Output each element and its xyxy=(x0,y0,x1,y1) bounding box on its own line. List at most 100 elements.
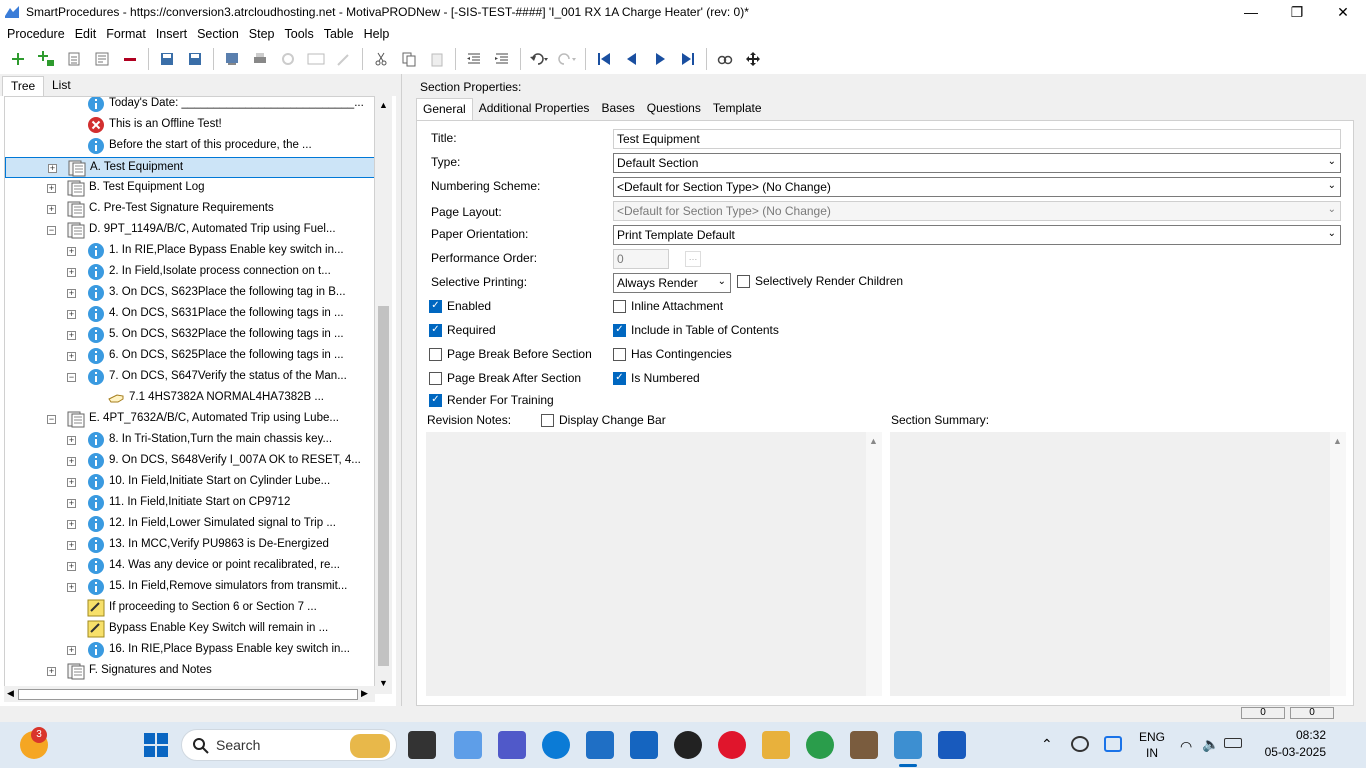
clock-time[interactable]: 08:32 xyxy=(1256,728,1326,742)
redo-icon[interactable] xyxy=(556,48,578,70)
revision-notes-scrollbar[interactable]: ▲ xyxy=(866,432,882,696)
expand-icon[interactable]: + xyxy=(67,310,76,319)
expand-icon[interactable]: + xyxy=(47,667,56,676)
scroll-right-icon[interactable]: ▶ xyxy=(361,688,368,699)
opera-icon[interactable] xyxy=(718,731,746,759)
expand-icon[interactable]: + xyxy=(67,646,76,655)
procedure-tree[interactable]: Today's Date: __________________________… xyxy=(4,96,375,694)
tab-general[interactable]: General xyxy=(416,98,473,120)
print-icon[interactable] xyxy=(249,48,271,70)
selectively-render-children-checkbox[interactable]: Selectively Render Children xyxy=(737,274,903,288)
tree-item[interactable]: + B. Test Equipment Log xyxy=(5,178,374,199)
tree-item[interactable]: +2. In Field,Isolate process connection … xyxy=(5,262,374,283)
chrome-icon[interactable] xyxy=(806,731,834,759)
dell-icon[interactable] xyxy=(674,731,702,759)
title-field[interactable]: Test Equipment xyxy=(613,129,1341,149)
expand-icon[interactable]: + xyxy=(47,205,56,214)
save-all-icon[interactable] xyxy=(156,48,178,70)
properties-icon[interactable] xyxy=(91,48,113,70)
tree-item[interactable]: +11. In Field,Initiate Start on CP9712 xyxy=(5,493,374,514)
smartprocedures-icon[interactable] xyxy=(894,731,922,759)
minimize-button[interactable]: — xyxy=(1228,0,1274,24)
first-icon[interactable] xyxy=(593,48,615,70)
windows-start-icon[interactable] xyxy=(143,732,169,758)
undo-icon[interactable] xyxy=(528,48,550,70)
tree-item[interactable]: +15. In Field,Remove simulators from tra… xyxy=(5,577,374,598)
sync-icon[interactable] xyxy=(1104,736,1122,752)
publish-icon[interactable] xyxy=(221,48,243,70)
page-break-after-checkbox[interactable]: Page Break After Section xyxy=(429,371,581,385)
scroll-thumb[interactable] xyxy=(378,306,389,666)
close-button[interactable]: ✕ xyxy=(1320,0,1366,24)
hscroll-thumb[interactable] xyxy=(18,689,358,700)
collapse-icon[interactable]: − xyxy=(47,415,56,424)
expand-icon[interactable]: + xyxy=(48,164,57,173)
taskbar-search[interactable]: Search xyxy=(181,729,397,761)
scroll-up-icon[interactable]: ▲ xyxy=(379,100,388,110)
word-icon[interactable] xyxy=(938,731,966,759)
tree-item[interactable]: − 7. On DCS, S647Verify the status of the… xyxy=(5,367,374,388)
expand-icon[interactable]: + xyxy=(67,520,76,529)
menu-insert[interactable]: Insert xyxy=(151,27,192,41)
app-icon[interactable] xyxy=(850,731,878,759)
tree-item[interactable]: Today's Date: __________________________… xyxy=(5,97,374,115)
add-child-icon[interactable] xyxy=(35,48,57,70)
numbering-select[interactable]: <Default for Section Type> (No Change) ⌄ xyxy=(613,177,1341,197)
revision-notes-editor[interactable]: ▲ xyxy=(426,432,882,696)
menu-edit[interactable]: Edit xyxy=(70,27,102,41)
required-checkbox[interactable]: ✓ Required xyxy=(429,323,496,337)
tab-tree[interactable]: Tree xyxy=(2,76,45,96)
scroll-up-icon[interactable]: ▲ xyxy=(1333,436,1342,446)
menu-help[interactable]: Help xyxy=(359,27,395,41)
paste-icon[interactable] xyxy=(426,48,448,70)
expand-icon[interactable]: + xyxy=(67,562,76,571)
tree-item[interactable]: If proceeding to Section 6 or Section 7 … xyxy=(5,598,374,619)
tree-item[interactable]: This is an Offline Test! xyxy=(5,115,374,136)
tab-list[interactable]: List xyxy=(44,76,79,96)
expand-icon[interactable]: + xyxy=(67,268,76,277)
pane-splitter[interactable] xyxy=(401,74,409,706)
image-icon[interactable] xyxy=(305,48,327,70)
indent-icon[interactable] xyxy=(491,48,513,70)
collapse-icon[interactable]: − xyxy=(47,226,56,235)
tree-item[interactable]: − D. 9PT_1149A/B/C, Automated Trip using … xyxy=(5,220,374,241)
meet-now-icon[interactable] xyxy=(1071,736,1089,752)
tree-item[interactable]: +13. In MCC,Verify PU9863 is De-Energize… xyxy=(5,535,374,556)
tab-template[interactable]: Template xyxy=(707,98,768,120)
expand-icon[interactable]: + xyxy=(67,331,76,340)
maximize-button[interactable]: ❐ xyxy=(1274,0,1320,24)
menu-table[interactable]: Table xyxy=(319,27,359,41)
tree-item[interactable]: + F. Signatures and Notes xyxy=(5,661,374,682)
teams-icon[interactable] xyxy=(498,731,526,759)
type-select[interactable]: Default Section ⌄ xyxy=(613,153,1341,173)
expand-icon[interactable]: + xyxy=(67,541,76,550)
orientation-select[interactable]: Print Template Default ⌄ xyxy=(613,225,1341,245)
section-summary-editor[interactable]: ▲ xyxy=(890,432,1346,696)
move-icon[interactable] xyxy=(742,48,764,70)
menu-procedure[interactable]: Procedure xyxy=(2,27,70,41)
expand-icon[interactable]: + xyxy=(67,436,76,445)
expand-icon[interactable]: + xyxy=(47,184,56,193)
selective-printing-select[interactable]: Always Render ⌄ xyxy=(613,273,731,293)
page-break-before-checkbox[interactable]: Page Break Before Section xyxy=(429,347,592,361)
chevron-up-icon[interactable]: ⌃ xyxy=(1041,736,1053,753)
expand-icon[interactable]: + xyxy=(67,478,76,487)
menu-tools[interactable]: Tools xyxy=(280,27,319,41)
power-automate-icon[interactable] xyxy=(630,731,658,759)
expand-icon[interactable]: + xyxy=(67,583,76,592)
battery-icon[interactable] xyxy=(1224,738,1242,748)
copy-icon[interactable] xyxy=(398,48,420,70)
scroll-left-icon[interactable]: ◀ xyxy=(7,688,14,699)
enabled-checkbox[interactable]: ✓ Enabled xyxy=(429,299,491,313)
tree-item[interactable]: +8. In Tri-Station,Turn the main chassis… xyxy=(5,430,374,451)
cut-icon[interactable] xyxy=(370,48,392,70)
last-icon[interactable] xyxy=(677,48,699,70)
has-contingencies-checkbox[interactable]: Has Contingencies xyxy=(613,347,732,361)
scroll-up-icon[interactable]: ▲ xyxy=(869,436,878,446)
store-icon[interactable] xyxy=(586,731,614,759)
is-numbered-checkbox[interactable]: ✓ Is Numbered xyxy=(613,371,700,385)
menu-section[interactable]: Section xyxy=(192,27,244,41)
list-icon[interactable] xyxy=(63,48,85,70)
remove-icon[interactable] xyxy=(119,48,141,70)
copilot-icon[interactable] xyxy=(454,731,482,759)
